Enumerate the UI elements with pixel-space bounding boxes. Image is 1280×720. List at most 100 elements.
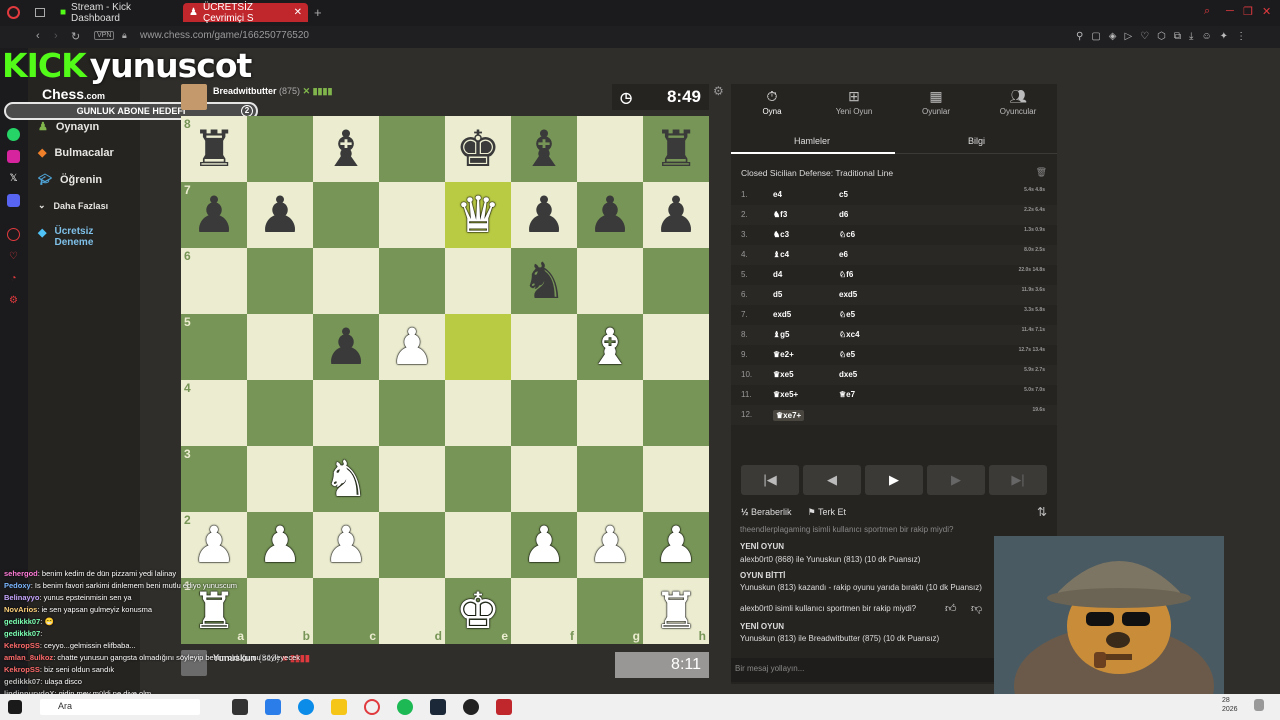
black-bishop-piece[interactable]: ♝ (522, 124, 567, 174)
square-c5[interactable]: ♟ (313, 314, 379, 380)
square-e7[interactable]: ♛ (445, 182, 511, 248)
white-pawn-piece[interactable]: ♟ (324, 520, 369, 570)
player-name[interactable]: Breadwitbutter (213, 86, 277, 96)
white-move[interactable]: exd5 (773, 310, 791, 319)
extensions-icon[interactable]: ⧉ (1174, 31, 1181, 42)
black-pawn-piece[interactable]: ♟ (258, 190, 303, 240)
white-bishop-piece[interactable]: ♝ (588, 322, 633, 372)
white-move[interactable]: ♛xe5+ (773, 390, 798, 399)
square-e3[interactable] (445, 446, 511, 512)
black-move[interactable]: dxe5 (839, 370, 857, 379)
square-g5[interactable]: ♝ (577, 314, 643, 380)
obs-icon[interactable] (463, 699, 479, 715)
widgets-icon[interactable] (265, 699, 281, 715)
black-move[interactable]: ♘e5 (839, 350, 855, 359)
square-c7[interactable] (313, 182, 379, 248)
next-move-button[interactable]: ▶ (927, 465, 985, 495)
square-a8[interactable]: 8 ♜ (181, 116, 247, 182)
square-e6[interactable] (445, 248, 511, 314)
instagram-icon[interactable] (7, 150, 20, 163)
black-king-piece[interactable]: ♚ (456, 124, 501, 174)
square-h7[interactable]: ♟ (643, 182, 709, 248)
square-e2[interactable] (445, 512, 511, 578)
black-move[interactable]: ♘e5 (839, 310, 855, 319)
cube-icon[interactable]: ⬡ (1157, 31, 1166, 42)
square-f7[interactable]: ♟ (511, 182, 577, 248)
square-f6[interactable]: ♞ (511, 248, 577, 314)
first-move-button[interactable]: |◀ (741, 465, 799, 495)
white-move[interactable]: ♝c4 (773, 250, 789, 259)
square-a3[interactable]: 3 (181, 446, 247, 512)
square-g1[interactable]: g (577, 578, 643, 644)
square-g8[interactable] (577, 116, 643, 182)
spotify-icon[interactable] (397, 699, 413, 715)
resign-button[interactable]: ⚑ Terk Et (808, 507, 846, 518)
tab-players[interactable]: 👥︎ Oyuncular (977, 88, 1059, 122)
square-g4[interactable] (577, 380, 643, 446)
sidebar-item-premium[interactable]: ◆ Ücretsiz Deneme (38, 226, 128, 248)
draw-button[interactable]: ½ Beraberlik (741, 507, 792, 518)
menu-icon[interactable]: ⋮ (1236, 31, 1246, 42)
vpn-badge[interactable]: VPN (94, 31, 115, 40)
square-c4[interactable] (313, 380, 379, 446)
whatsapp-icon[interactable] (7, 128, 20, 141)
flip-board-icon[interactable]: ⇅ (1037, 505, 1047, 519)
square-e8[interactable]: ♚ (445, 116, 511, 182)
tab-play[interactable]: ⏱︎ Oyna (731, 88, 813, 122)
black-pawn-piece[interactable]: ♟ (654, 190, 699, 240)
thumbs-up-icon[interactable]: 👍︎ (945, 602, 957, 615)
white-pawn-piece[interactable]: ♟ (390, 322, 435, 372)
square-e1[interactable]: e ♚ (445, 578, 511, 644)
avatar[interactable] (181, 84, 207, 110)
black-move[interactable]: e6 (839, 250, 848, 259)
tab-new-game[interactable]: ⊞ Yeni Oyun (813, 88, 895, 122)
white-move[interactable]: ♞c3 (773, 230, 789, 239)
history-icon[interactable] (7, 228, 20, 241)
square-f1[interactable]: f (511, 578, 577, 644)
square-h6[interactable] (643, 248, 709, 314)
white-move[interactable]: ♛xe5 (773, 370, 794, 379)
square-h2[interactable]: ♟ (643, 512, 709, 578)
square-h8[interactable]: ♜ (643, 116, 709, 182)
heart-icon[interactable]: ♡ (1140, 31, 1149, 42)
square-g6[interactable] (577, 248, 643, 314)
url-field[interactable]: www.chess.com/game/166250776520 (140, 30, 309, 41)
chat-input[interactable]: Bir mesaj yollayın... (731, 658, 995, 682)
white-knight-piece[interactable]: ♞ (324, 454, 369, 504)
gear-icon[interactable]: ⚙ (713, 84, 724, 98)
square-d7[interactable] (379, 182, 445, 248)
tab-kick-dashboard[interactable]: ■ Stream - Kick Dashboard (54, 2, 180, 24)
square-b3[interactable] (247, 446, 313, 512)
opera-icon[interactable] (364, 699, 380, 715)
black-pawn-piece[interactable]: ♟ (324, 322, 369, 372)
square-g7[interactable]: ♟ (577, 182, 643, 248)
ai-icon[interactable]: ✦ (1220, 31, 1228, 42)
square-a4[interactable]: 4 (181, 380, 247, 446)
white-move[interactable]: d5 (773, 290, 782, 299)
sidebar-item-more[interactable]: ⌄ Daha Fazlası (38, 200, 108, 211)
x-icon[interactable]: 𝕏 (7, 172, 20, 185)
task-view-icon[interactable] (232, 699, 248, 715)
notification-icon[interactable] (1254, 699, 1264, 711)
workspaces-icon[interactable] (35, 8, 45, 17)
white-pawn-piece[interactable]: ♟ (258, 520, 303, 570)
square-c3[interactable]: ♞ (313, 446, 379, 512)
last-move-button[interactable]: ▶| (989, 465, 1047, 495)
black-rook-piece[interactable]: ♜ (192, 124, 237, 174)
square-h5[interactable] (643, 314, 709, 380)
square-f3[interactable] (511, 446, 577, 512)
black-move[interactable]: exd5 (839, 290, 857, 299)
reload-icon[interactable]: ↻ (71, 30, 80, 43)
square-c6[interactable] (313, 248, 379, 314)
black-move[interactable]: c5 (839, 190, 848, 199)
back-icon[interactable]: ‹ (36, 30, 40, 42)
prev-move-button[interactable]: ◀ (803, 465, 861, 495)
black-knight-piece[interactable]: ♞ (522, 256, 567, 306)
white-pawn-piece[interactable]: ♟ (588, 520, 633, 570)
download-icon[interactable]: ⤓ (1189, 31, 1193, 42)
square-a5[interactable]: 5 (181, 314, 247, 380)
square-g3[interactable] (577, 446, 643, 512)
white-rook-piece[interactable]: ♜ (654, 586, 699, 636)
tab-chess[interactable]: ♟ ÜCRETSİZ Çevrimiçi S ✕ (183, 2, 308, 24)
bookmarks-icon[interactable]: ♡ (7, 250, 20, 263)
